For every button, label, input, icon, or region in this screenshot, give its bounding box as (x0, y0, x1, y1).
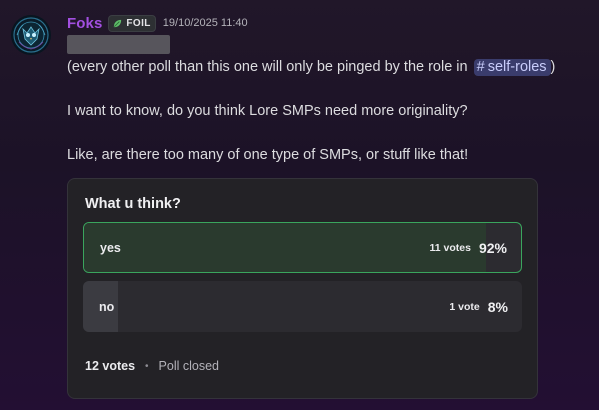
poll-answer-no-percent: 8% (487, 298, 508, 315)
server-tag[interactable]: FOIL (108, 14, 156, 32)
poll-answer-yes-votes: 11 votes (429, 241, 471, 254)
footer-separator: • (145, 360, 149, 372)
message-line-2: I want to know, do you think Lore SMPs n… (67, 103, 468, 119)
author-name[interactable]: Foks (67, 15, 102, 32)
poll-answer-yes-stats: 11 votes 92% (430, 223, 507, 272)
chat-message: Foks FOIL 19/10/2025 11:40 (every other … (0, 0, 599, 410)
poll-answer-yes[interactable]: yes 11 votes 92% (83, 222, 522, 273)
poll-question: What u think? (85, 196, 181, 212)
channel-hash-icon: # (476, 59, 485, 75)
poll-answer-no-votes: 1 vote (449, 300, 480, 313)
message-line-1-suffix: ) (550, 59, 556, 75)
poll-answer-yes-fill (84, 223, 487, 272)
message-header: Foks FOIL 19/10/2025 11:40 (67, 14, 248, 32)
poll-answer-no[interactable]: no 1 vote 8% (83, 281, 522, 332)
redacted-mention (67, 35, 170, 54)
poll-footer: 12 votes • Poll closed (85, 359, 219, 373)
avatar[interactable] (11, 15, 51, 55)
poll-card: What u think? yes 11 votes 92% no 1 vote… (67, 178, 538, 399)
message-line-3: Like, are there too many of one type of … (67, 147, 469, 163)
message-line-1: (every other poll than this one will onl… (67, 59, 555, 76)
channel-mention-label: self-roles (487, 59, 547, 75)
poll-total-votes[interactable]: 12 votes (85, 359, 135, 373)
poll-answer-no-stats: 1 vote 8% (449, 281, 508, 332)
message-timestamp[interactable]: 19/10/2025 11:40 (163, 17, 248, 29)
owl-emblem-icon (13, 17, 49, 53)
poll-status: Poll closed (158, 359, 219, 373)
channel-mention-self-roles[interactable]: # self-roles (473, 59, 551, 76)
server-tag-label: FOIL (126, 17, 151, 29)
poll-answer-no-label: no (99, 299, 115, 314)
leaf-icon (114, 19, 122, 27)
poll-answer-yes-percent: 92% (478, 239, 507, 256)
poll-answer-yes-label: yes (100, 240, 121, 255)
message-line-1-text: (every other poll than this one will onl… (67, 59, 468, 75)
